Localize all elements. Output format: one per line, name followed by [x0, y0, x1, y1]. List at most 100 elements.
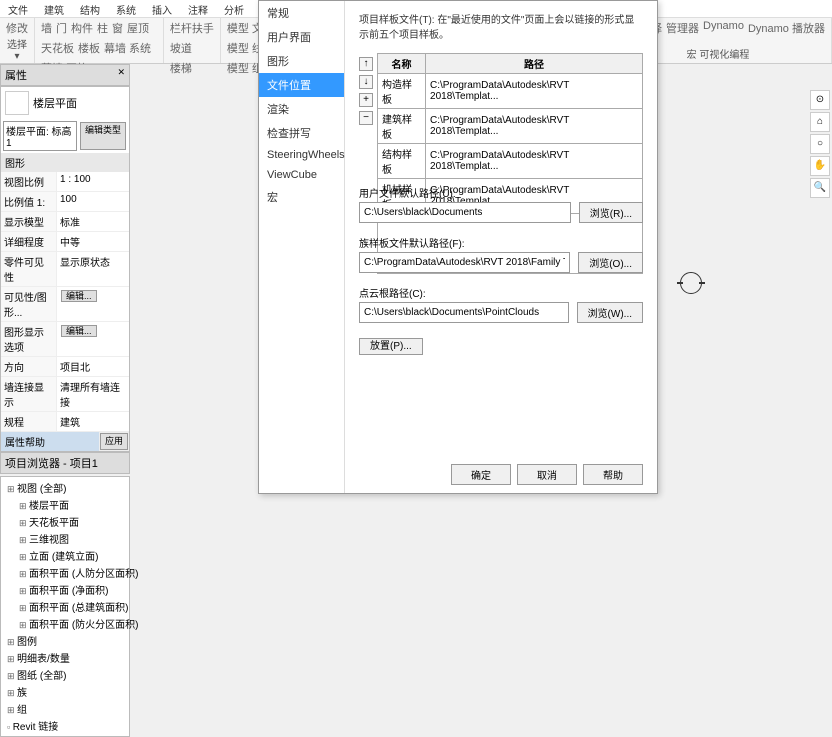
dialog-footer-button[interactable]: 确定 [451, 464, 511, 485]
ribbon-tab[interactable]: 建筑 [36, 0, 72, 17]
nav-icon[interactable]: ⊙ [810, 90, 830, 110]
tree-item[interactable]: 面积平面 (防火分区面积) [3, 615, 127, 632]
dialog-side-item[interactable]: SteeringWheels [259, 145, 344, 165]
property-value[interactable]: 标准 [56, 212, 129, 231]
ribbon-item[interactable]: Dynamo 播放器 [748, 20, 825, 36]
ribbon-item[interactable]: 修改 [6, 20, 28, 36]
nav-icon[interactable]: 🔍 [810, 178, 830, 198]
edit-type-button[interactable]: 编辑类型 [80, 122, 126, 150]
dialog-side-item[interactable]: 图形 [259, 49, 344, 73]
property-row[interactable]: 视图比例1 : 100 [1, 172, 129, 192]
property-row[interactable]: 图形显示选项编辑... [1, 322, 129, 357]
table-row[interactable]: 建筑样板C:\ProgramData\Autodesk\RVT 2018\Tem… [378, 109, 643, 144]
ribbon-item[interactable]: 构件 [71, 20, 93, 36]
property-row[interactable]: 比例值 1:100 [1, 192, 129, 212]
property-row[interactable]: 规程建筑 [1, 412, 129, 432]
type-selector[interactable]: 楼层平面: 标高 1 [3, 121, 77, 151]
path-input[interactable] [359, 252, 570, 273]
property-value[interactable]: 项目北 [56, 357, 129, 376]
dialog-side-item[interactable]: 渲染 [259, 97, 344, 121]
ribbon-item[interactable]: 墙 [41, 20, 52, 36]
property-row[interactable]: 详细程度中等 [1, 232, 129, 252]
ribbon-item[interactable]: 管理器 [666, 20, 699, 36]
ribbon-item[interactable]: 坡道 [170, 40, 192, 56]
browse-button[interactable]: 浏览(R)... [579, 202, 643, 223]
dialog-footer-button[interactable]: 帮助 [583, 464, 643, 485]
ribbon-tab[interactable]: 分析 [216, 0, 252, 17]
property-value[interactable]: 清理所有墙连接 [56, 377, 129, 411]
tree-item[interactable]: 图纸 (全部) [3, 666, 127, 683]
ribbon-item[interactable]: 门 [56, 20, 67, 36]
tree-item[interactable]: 面积平面 (人防分区面积) [3, 564, 127, 581]
edit-button[interactable]: 编辑... [61, 325, 97, 337]
nav-icon[interactable]: ✋ [810, 156, 830, 176]
ribbon-item[interactable]: 栏杆扶手 [170, 20, 214, 36]
edit-button[interactable]: 编辑... [61, 290, 97, 302]
tree-item[interactable]: 楼层平面 [3, 496, 127, 513]
dialog-side-item[interactable]: 用户界面 [259, 25, 344, 49]
table-order-button[interactable]: + [359, 93, 373, 107]
dialog-sidebar: 常规用户界面图形文件位置渲染检查拼写SteeringWheelsViewCube… [259, 1, 345, 493]
property-key: 详细程度 [1, 232, 56, 251]
tree-item[interactable]: 族 [3, 683, 127, 700]
apply-button[interactable]: 应用 [100, 433, 128, 450]
dialog-side-item[interactable]: ViewCube [259, 165, 344, 185]
ribbon-item[interactable]: Dynamo [703, 20, 744, 36]
ribbon-item[interactable]: 天花板 [41, 40, 74, 56]
ribbon-tab[interactable]: 结构 [72, 0, 108, 17]
prop-group: 图形 [1, 153, 129, 172]
ribbon-item[interactable]: 柱 [97, 20, 108, 36]
dialog-side-item[interactable]: 检查拼写 [259, 121, 344, 145]
property-value[interactable]: 编辑... [56, 287, 129, 321]
place-button[interactable]: 放置(P)... [359, 338, 423, 355]
properties-help[interactable]: 属性帮助 [1, 432, 99, 451]
property-row[interactable]: 零件可见性显示原状态 [1, 252, 129, 287]
dialog-side-item[interactable]: 宏 [259, 185, 344, 209]
ribbon-tab[interactable]: 注释 [180, 0, 216, 17]
tree-item[interactable]: 三维视图 [3, 530, 127, 547]
browse-button[interactable]: 浏览(O)... [578, 252, 643, 273]
property-value[interactable]: 中等 [56, 232, 129, 251]
tree-item[interactable]: 立面 (建筑立面) [3, 547, 127, 564]
tree-item[interactable]: 视图 (全部) [3, 479, 127, 496]
property-value[interactable]: 编辑... [56, 322, 129, 356]
tree-item[interactable]: 面积平面 (净面积) [3, 581, 127, 598]
table-row[interactable]: 构造样板C:\ProgramData\Autodesk\RVT 2018\Tem… [378, 74, 643, 109]
ribbon-tab[interactable]: 插入 [144, 0, 180, 17]
ribbon-item[interactable]: 楼板 [78, 40, 100, 56]
property-value[interactable]: 1 : 100 [56, 172, 129, 191]
floorplan-icon [5, 91, 29, 115]
property-row[interactable]: 显示模型标准 [1, 212, 129, 232]
property-row[interactable]: 方向项目北 [1, 357, 129, 377]
tree-item[interactable]: 面积平面 (总建筑面积) [3, 598, 127, 615]
path-input[interactable] [359, 302, 569, 323]
nav-icon[interactable]: ⌂ [810, 112, 830, 132]
table-order-button[interactable]: ↑ [359, 57, 373, 71]
ribbon-item[interactable]: 屋顶 [127, 20, 149, 36]
ribbon-item[interactable]: 楼梯 [170, 60, 192, 76]
property-value[interactable]: 建筑 [56, 412, 129, 431]
tree-item[interactable]: 明细表/数量 [3, 649, 127, 666]
tree-item[interactable]: 天花板平面 [3, 513, 127, 530]
browse-button[interactable]: 浏览(W)... [577, 302, 643, 323]
tree-item[interactable]: Revit 链接 [3, 717, 127, 734]
close-icon[interactable]: ✕ [117, 67, 125, 83]
property-value[interactable]: 100 [56, 192, 129, 211]
property-key: 可见性/图形... [1, 287, 56, 321]
table-order-button[interactable]: ↓ [359, 75, 373, 89]
ribbon-tab[interactable]: 系统 [108, 0, 144, 17]
ribbon-item[interactable]: 幕墙 系统 [104, 40, 151, 56]
property-row[interactable]: 可见性/图形... 编辑... [1, 287, 129, 322]
nav-icon[interactable]: ○ [810, 134, 830, 154]
tree-item[interactable]: 图例 [3, 632, 127, 649]
table-order-button[interactable]: − [359, 111, 373, 125]
property-value[interactable]: 显示原状态 [56, 252, 129, 286]
property-row[interactable]: 墙连接显示清理所有墙连接 [1, 377, 129, 412]
dialog-footer-button[interactable]: 取消 [517, 464, 577, 485]
ribbon-item[interactable]: 窗 [112, 20, 123, 36]
ribbon-tab[interactable]: 文件 [0, 0, 36, 17]
dialog-side-item[interactable]: 文件位置 [259, 73, 344, 97]
path-input[interactable] [359, 202, 571, 223]
tree-item[interactable]: 组 [3, 700, 127, 717]
dialog-side-item[interactable]: 常规 [259, 1, 344, 25]
